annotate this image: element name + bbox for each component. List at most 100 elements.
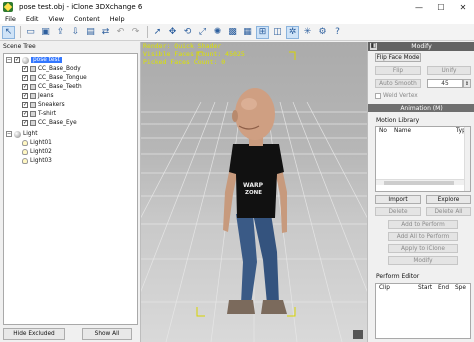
- grid-icon[interactable]: ⊞: [256, 25, 269, 39]
- settings-icon[interactable]: ⚙: [316, 26, 329, 39]
- tree-node-root[interactable]: − ✓ pose test: [6, 56, 62, 64]
- tree-node-light-group[interactable]: − Light: [6, 130, 37, 138]
- menu-file[interactable]: File: [0, 15, 21, 23]
- mesh-icon: [30, 102, 36, 108]
- column-header-end: End: [438, 285, 450, 291]
- scale-icon[interactable]: ⤢: [196, 26, 209, 39]
- wireframe-icon[interactable]: ▦: [241, 26, 254, 39]
- light-icon[interactable]: ✺: [211, 26, 224, 39]
- open-icon[interactable]: ▭: [24, 26, 37, 39]
- tree-node[interactable]: ✓ Jeans: [22, 92, 54, 100]
- camera-icon[interactable]: ▩: [226, 26, 239, 39]
- maximize-button[interactable]: ☐: [430, 0, 452, 14]
- visibility-checkbox[interactable]: ✓: [22, 75, 28, 81]
- menu-edit[interactable]: Edit: [21, 15, 44, 23]
- help-icon[interactable]: ?: [331, 26, 344, 39]
- bone-icon[interactable]: ✳: [301, 26, 314, 39]
- visibility-checkbox[interactable]: ✓: [14, 57, 20, 63]
- character-model[interactable]: [223, 88, 287, 314]
- weld-vertex-checkbox[interactable]: [375, 93, 381, 99]
- tree-node[interactable]: ✓ CC_Base_Teeth: [22, 83, 82, 91]
- explore-button[interactable]: Explore: [426, 195, 471, 204]
- pick-icon[interactable]: ✲: [286, 25, 299, 39]
- column-header-clip: Clip: [379, 285, 390, 291]
- tree-node[interactable]: ✓ Sneakers: [22, 101, 65, 109]
- tree-node[interactable]: Light03: [22, 157, 52, 165]
- tree-node-label: Light02: [30, 149, 52, 155]
- window-title: pose test.obj - iClone 3DXchange 6: [19, 3, 143, 11]
- object-icon: [22, 56, 29, 64]
- visibility-checkbox[interactable]: ✓: [22, 120, 28, 126]
- visibility-checkbox[interactable]: ✓: [22, 84, 28, 90]
- modify-button[interactable]: Modify: [388, 256, 458, 265]
- 3d-viewport[interactable]: Render: Quick Shader Visible Faces Count…: [141, 42, 367, 342]
- app-logo-icon: [3, 2, 13, 12]
- visibility-checkbox[interactable]: ✓: [22, 111, 28, 117]
- delete-button[interactable]: Delete: [375, 207, 421, 216]
- save-icon[interactable]: ▣: [39, 26, 52, 39]
- flip-button[interactable]: Flip: [375, 66, 421, 75]
- menu-help[interactable]: Help: [105, 15, 130, 23]
- tree-node[interactable]: Light02: [22, 148, 52, 156]
- move-icon[interactable]: ✥: [166, 26, 179, 39]
- scene-tree-panel: Scene Tree − ✓ pose test ✓ CC_Base_Body …: [0, 42, 141, 342]
- select-icon[interactable]: ↖: [2, 25, 15, 39]
- modify-title-text: Modify: [411, 43, 432, 50]
- view-icon[interactable]: ◫: [271, 26, 284, 39]
- export-icon[interactable]: ⇪: [54, 26, 67, 39]
- horizontal-scrollbar[interactable]: [376, 179, 464, 185]
- spin-arrow-icon[interactable]: ⇕: [463, 79, 471, 88]
- modify-panel: ◧ Modify Flip Face Mode Flip Unify Auto …: [367, 42, 474, 342]
- flip-face-mode-button[interactable]: Flip Face Mode: [375, 53, 421, 62]
- column-header-number: No: [379, 128, 387, 134]
- visibility-checkbox[interactable]: ✓: [22, 102, 28, 108]
- tree-node-label: pose test: [31, 57, 62, 63]
- import-icon[interactable]: ⇩: [69, 26, 82, 39]
- tree-node[interactable]: ✓ T-shirt: [22, 110, 56, 118]
- tree-node-label: Light03: [30, 158, 52, 164]
- undo-icon[interactable]: ↶: [114, 26, 127, 39]
- minimize-button[interactable]: —: [408, 0, 430, 14]
- rotate-icon[interactable]: ⟲: [181, 26, 194, 39]
- light-group-icon: [14, 130, 21, 138]
- toolbar-divider: [20, 26, 21, 38]
- import-button[interactable]: Import: [375, 195, 421, 204]
- unify-button[interactable]: Unify: [427, 66, 471, 75]
- shirt-print-text: ZONE: [245, 190, 263, 196]
- scene-tree[interactable]: − ✓ pose test ✓ CC_Base_Body ✓ CC_Base_T…: [3, 53, 138, 325]
- vertical-scrollbar[interactable]: [464, 127, 470, 191]
- visibility-checkbox[interactable]: ✓: [22, 66, 28, 72]
- motion-library-list[interactable]: No Name Type: [375, 126, 471, 192]
- tree-node[interactable]: ✓ CC_Base_Tongue: [22, 74, 87, 82]
- visible-faces-text: Visible Faces Count: 45025: [143, 50, 245, 58]
- add-all-to-perform-button[interactable]: Add All to Perform: [388, 232, 458, 241]
- visibility-checkbox[interactable]: ✓: [22, 93, 28, 99]
- add-to-perform-button[interactable]: Add to Perform: [388, 220, 458, 229]
- tree-node[interactable]: Light01: [22, 139, 52, 147]
- tree-node[interactable]: ✓ CC_Base_Eye: [22, 119, 77, 127]
- convert-icon[interactable]: ⇄: [99, 26, 112, 39]
- redo-icon[interactable]: ↷: [129, 26, 142, 39]
- smooth-angle-input[interactable]: 45: [427, 79, 463, 88]
- close-button[interactable]: ✕: [452, 0, 474, 14]
- menu-view[interactable]: View: [43, 15, 68, 23]
- pin-icon[interactable]: ◧: [370, 43, 377, 50]
- view-cube-icon[interactable]: [353, 330, 363, 339]
- collapse-icon[interactable]: −: [6, 57, 12, 63]
- pointer-icon[interactable]: ➚: [151, 26, 164, 39]
- auto-smooth-button[interactable]: Auto Smooth: [375, 79, 421, 88]
- hide-excluded-button[interactable]: Hide Excluded: [3, 328, 65, 340]
- show-all-button[interactable]: Show All: [82, 328, 132, 340]
- title-bar: pose test.obj - iClone 3DXchange 6 — ☐ ✕: [0, 0, 474, 14]
- perform-editor-list[interactable]: Clip Start End Spe: [375, 283, 471, 339]
- animation-section-title: Animation (M): [368, 104, 474, 112]
- delete-all-button[interactable]: Delete All: [426, 207, 471, 216]
- weld-vertex-option[interactable]: Weld Vertex: [375, 93, 418, 99]
- content-icon[interactable]: ▤: [84, 26, 97, 39]
- menu-content[interactable]: Content: [69, 15, 105, 23]
- apply-to-iclone-button[interactable]: Apply to iClone: [388, 244, 458, 253]
- collapse-icon[interactable]: −: [6, 131, 12, 137]
- tree-node[interactable]: ✓ CC_Base_Body: [22, 65, 81, 73]
- tree-node-label: CC_Base_Body: [38, 66, 81, 72]
- mesh-icon: [30, 120, 36, 126]
